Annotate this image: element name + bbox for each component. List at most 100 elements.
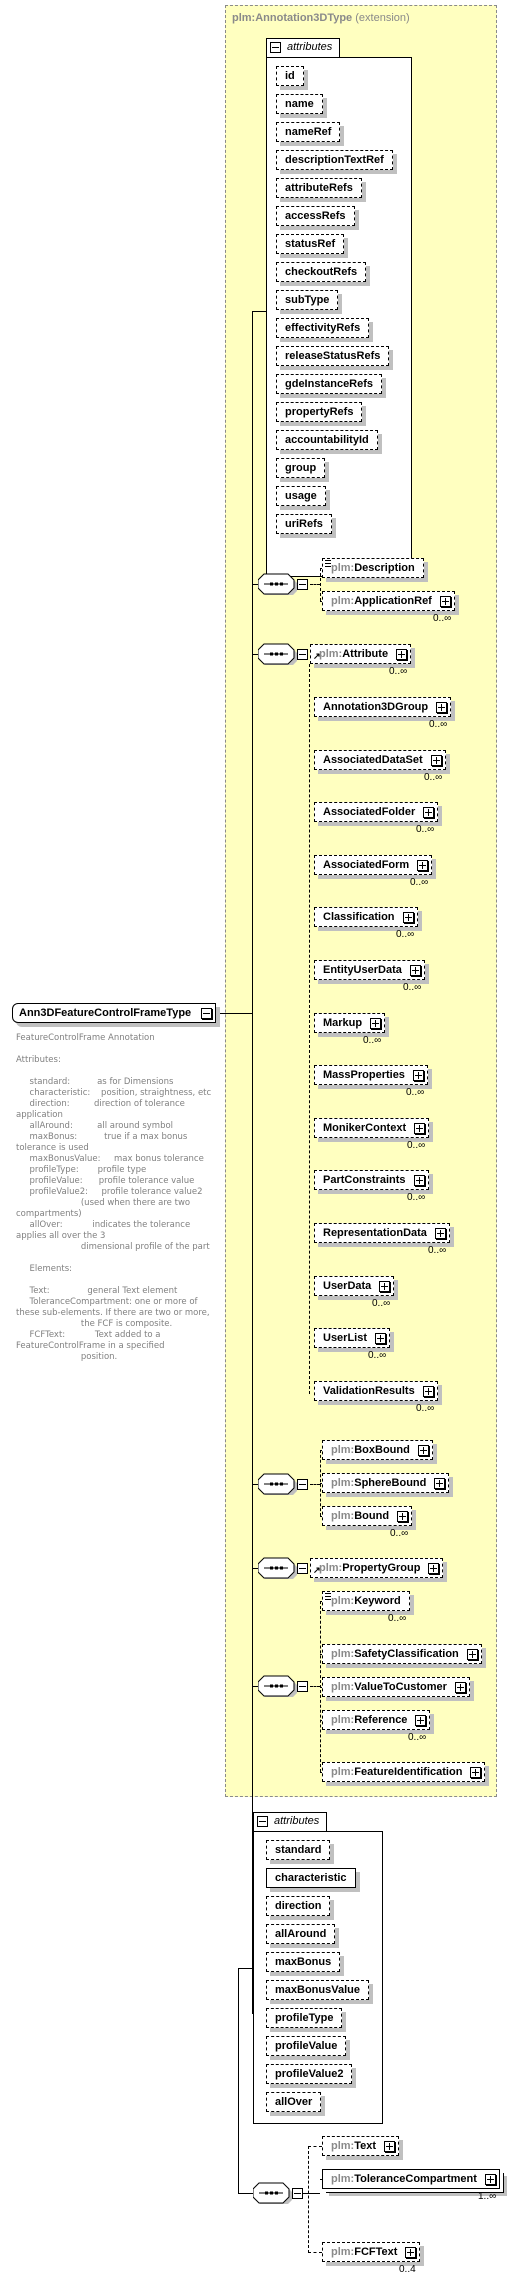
- expand-icon[interactable]: [370, 1017, 382, 1029]
- expand-icon[interactable]: [379, 1280, 391, 1292]
- collapse-icon[interactable]: [292, 2188, 303, 2199]
- attribute-maxbonusvalue[interactable]: maxBonusValue: [266, 1980, 369, 2000]
- expand-icon[interactable]: [402, 912, 414, 924]
- element-mass-properties[interactable]: MassProperties: [314, 1065, 428, 1086]
- expand-icon[interactable]: [428, 1563, 440, 1574]
- expand-icon[interactable]: [454, 1682, 466, 1693]
- element-keyword[interactable]: plm:Keyword: [322, 1591, 410, 1611]
- collapse-icon[interactable]: [297, 649, 308, 660]
- attribute-urirefs[interactable]: uriRefs: [276, 514, 332, 534]
- expand-icon[interactable]: [439, 596, 451, 607]
- attribute-checkoutrefs[interactable]: checkoutRefs: [276, 262, 367, 282]
- root-element[interactable]: Ann3DFeatureControlFrameType: [12, 1003, 217, 1023]
- expand-icon[interactable]: [423, 807, 435, 819]
- element-moniker-context[interactable]: MonikerContext: [314, 1117, 430, 1138]
- element-associated-folder[interactable]: AssociatedFolder: [314, 802, 439, 823]
- documentation-line: Elements:: [16, 1264, 72, 1274]
- element-annotation3dgroup[interactable]: Annotation3DGroup: [314, 697, 452, 717]
- connector: [238, 1968, 239, 2193]
- attribute-direction[interactable]: direction: [266, 1896, 331, 1916]
- own-attributes-tab[interactable]: attributes: [253, 1812, 327, 1831]
- element-bound[interactable]: plm:Bound: [322, 1506, 413, 1526]
- attribute-profilevalue2[interactable]: profileValue2: [266, 2064, 353, 2084]
- expand-icon[interactable]: [415, 1715, 427, 1726]
- expand-icon[interactable]: [434, 1478, 446, 1489]
- element-attribute[interactable]: plm:Attribute ↗: [310, 644, 412, 664]
- attribute-usage[interactable]: usage: [276, 486, 326, 506]
- expand-icon[interactable]: [470, 1767, 482, 1778]
- attribute-attributerefs[interactable]: attributeRefs: [276, 178, 362, 198]
- expand-icon[interactable]: [484, 2174, 496, 2185]
- expand-icon[interactable]: [413, 1175, 425, 1187]
- attribute-id[interactable]: id: [276, 66, 304, 86]
- attribute-releasestatusrefs[interactable]: releaseStatusRefs: [276, 346, 390, 366]
- element-part-constraints[interactable]: PartConstraints: [314, 1170, 429, 1191]
- element-user-data[interactable]: UserData: [314, 1275, 395, 1296]
- expand-icon[interactable]: [405, 2247, 417, 2258]
- element-validation-results[interactable]: ValidationResults: [314, 1380, 438, 1401]
- element-value-to-customer[interactable]: plm:ValueToCustomer: [322, 1677, 470, 1697]
- element-safety-classification[interactable]: plm:SafetyClassification: [322, 1644, 482, 1664]
- expand-icon[interactable]: [412, 1070, 424, 1082]
- element-markup[interactable]: Markup: [314, 1012, 386, 1033]
- expand-icon[interactable]: [414, 1122, 426, 1134]
- expand-icon[interactable]: [417, 1445, 429, 1456]
- element-property-group[interactable]: plm:PropertyGroup ↗: [310, 1558, 444, 1578]
- collapse-icon[interactable]: [257, 1816, 268, 1827]
- element-reference[interactable]: plm:Reference: [322, 1710, 431, 1730]
- element-box-bound[interactable]: plm:BoxBound: [322, 1440, 433, 1460]
- attribute-gdeinstancerefs[interactable]: gdeInstanceRefs: [276, 374, 383, 394]
- attribute-group[interactable]: group: [276, 458, 326, 478]
- collapse-icon[interactable]: [270, 42, 281, 53]
- element-entity-user-data[interactable]: EntityUserData: [314, 960, 425, 980]
- attribute-accountabilityid[interactable]: accountabilityId: [276, 430, 378, 450]
- attribute-profiletype[interactable]: profileType: [266, 2008, 343, 2028]
- collapse-icon[interactable]: [201, 1008, 213, 1019]
- expand-icon[interactable]: [396, 649, 408, 660]
- attribute-name[interactable]: name: [276, 94, 323, 114]
- element-fcftext[interactable]: plm:FCFText: [322, 2242, 421, 2262]
- attribute-statusref[interactable]: statusRef: [276, 234, 345, 254]
- collapse-icon[interactable]: [297, 1479, 308, 1490]
- attribute-characteristic[interactable]: characteristic: [266, 1868, 356, 1888]
- element-name: ValidationResults: [323, 1384, 415, 1397]
- expand-icon[interactable]: [417, 859, 429, 871]
- element-name: Annotation3DGroup: [323, 701, 429, 713]
- element-classification[interactable]: Classification: [314, 907, 418, 928]
- attribute-nameref[interactable]: nameRef: [276, 122, 341, 142]
- expand-icon[interactable]: [384, 2141, 396, 2152]
- expand-icon[interactable]: [436, 702, 448, 713]
- attribute-subtype[interactable]: subType: [276, 290, 339, 310]
- attribute-allaround[interactable]: allAround: [266, 1924, 336, 1944]
- attribute-descriptiontextref[interactable]: descriptionTextRef: [276, 150, 393, 170]
- element-user-list[interactable]: UserList: [314, 1328, 391, 1349]
- collapse-icon[interactable]: [297, 1563, 308, 1574]
- attribute-allover[interactable]: allOver: [266, 2092, 322, 2112]
- expand-icon[interactable]: [434, 1228, 446, 1239]
- expand-icon[interactable]: [466, 1649, 478, 1660]
- element-tolerance-compartment[interactable]: plm:ToleranceCompartment: [322, 2169, 500, 2189]
- element-application-ref[interactable]: plm:ApplicationRef: [322, 591, 455, 611]
- element-sphere-bound[interactable]: plm:SphereBound: [322, 1473, 450, 1493]
- element-associated-form[interactable]: AssociatedForm: [314, 854, 433, 875]
- expand-icon[interactable]: [409, 965, 421, 976]
- attribute-accessrefs[interactable]: accessRefs: [276, 206, 355, 226]
- extension-base-type[interactable]: plm:Annotation3DType: [232, 12, 352, 24]
- expand-icon[interactable]: [397, 1511, 409, 1522]
- expand-icon[interactable]: [430, 754, 442, 766]
- element-text[interactable]: plm:Text: [322, 2136, 400, 2156]
- element-description[interactable]: plm:Description: [322, 558, 424, 578]
- attribute-standard[interactable]: standard: [266, 1840, 331, 1860]
- attribute-propertyrefs[interactable]: propertyRefs: [276, 402, 363, 422]
- attribute-profilevalue[interactable]: profileValue: [266, 2036, 347, 2056]
- attribute-effectivityrefs[interactable]: effectivityRefs: [276, 318, 370, 338]
- collapse-icon[interactable]: [297, 1681, 308, 1692]
- collapse-icon[interactable]: [297, 579, 308, 590]
- attribute-maxbonus[interactable]: maxBonus: [266, 1952, 341, 1972]
- ext-attributes-tab[interactable]: attributes: [266, 38, 340, 57]
- element-feature-identification[interactable]: plm:FeatureIdentification: [322, 1762, 486, 1782]
- element-representation-data[interactable]: RepresentationData: [314, 1223, 450, 1243]
- expand-icon[interactable]: [375, 1333, 387, 1345]
- element-associated-data-set[interactable]: AssociatedDataSet: [314, 749, 446, 770]
- expand-icon[interactable]: [422, 1385, 434, 1397]
